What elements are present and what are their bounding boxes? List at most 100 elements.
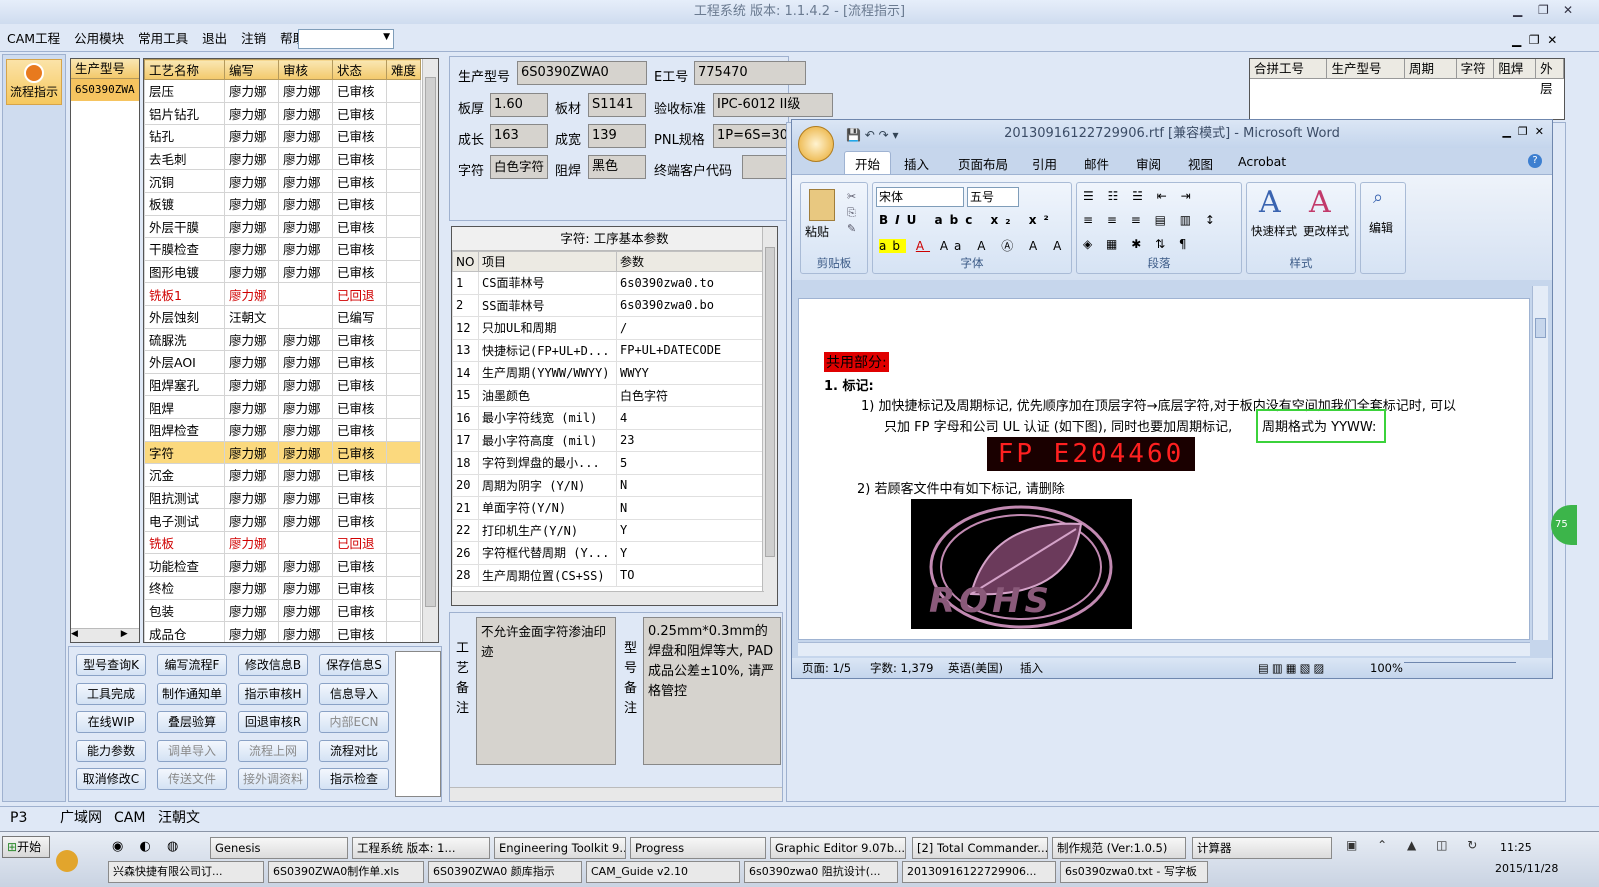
col-status[interactable]: 状态 [332, 59, 387, 80]
action-button[interactable]: 在线WIP [76, 711, 146, 733]
zoom-level[interactable]: 100% [1370, 658, 1403, 678]
list-icons[interactable]: ☰ ☷ ☱ ⇤ ⇥ [1083, 189, 1196, 203]
process-row[interactable]: 功能检查 廖力娜 廖力娜 已审核 [144, 553, 421, 578]
taskbar-item[interactable]: Engineering Toolkit 9... [494, 837, 626, 859]
process-row[interactable]: 去毛刺 廖力娜 廖力娜 已审核 [144, 146, 421, 171]
status-words[interactable]: 字数: 1,379 [870, 658, 933, 678]
menu-cam[interactable]: CAM工程 [0, 26, 67, 52]
font-name-select[interactable]: 宋体 [876, 187, 964, 207]
merge-col-header[interactable]: 字符 [1456, 59, 1495, 78]
close-icon[interactable]: ✕ [1563, 3, 1573, 17]
process-scroll-thumb[interactable] [425, 77, 436, 607]
process-row[interactable]: 板镀 廖力娜 廖力娜 已审核 [144, 191, 421, 216]
action-button[interactable]: 回退审核R [238, 711, 308, 733]
model-note-text[interactable]: 0.25mm*0.3mm的焊盘和阻焊等大, PAD成品公差±10%, 请严格管控 [643, 617, 781, 765]
font-color-icons[interactable]: ab A Aa A Ⓐ A A [879, 237, 1067, 254]
word-tab[interactable]: 页面布局 [958, 154, 1008, 173]
taskbar-item[interactable]: 6s0390zwa0 阻抗设计(... [744, 861, 898, 883]
param-row[interactable]: 17 最小字符高度 (mil) 23 [452, 428, 763, 452]
merge-col-header[interactable]: 合拼工号 [1250, 59, 1328, 78]
param-row[interactable]: 16 最小字符线宽 (mil) 4 [452, 406, 763, 430]
font-size-select[interactable]: 五号 [967, 187, 1019, 207]
zoom-slider[interactable] [1404, 662, 1516, 673]
process-row[interactable]: 外层蚀刻 汪朝文 已编写 [144, 304, 421, 329]
align-icons[interactable]: ≡ ≡ ≡ ▤ ▥ ↕ [1083, 213, 1220, 227]
action-button[interactable]: 制作通知单 [157, 682, 227, 705]
col-no[interactable]: NO [452, 251, 479, 272]
process-row[interactable]: 阻抗测试 廖力娜 廖力娜 已审核 [144, 485, 421, 510]
process-row[interactable]: 铣板 廖力娜 已回退 [144, 530, 421, 555]
doc-hscroll[interactable] [798, 642, 1530, 656]
process-row[interactable]: 外层干膜 廖力娜 廖力娜 已审核 [144, 214, 421, 239]
process-row[interactable]: 铝片钻孔 廖力娜 廖力娜 已审核 [144, 101, 421, 126]
status-language[interactable]: 英语(美国) [948, 658, 1003, 678]
action-button[interactable]: 叠层验算 [157, 711, 227, 733]
process-row[interactable]: 硫脲洗 廖力娜 廖力娜 已审核 [144, 327, 421, 352]
param-row[interactable]: 21 单面字符(Y/N) N [452, 496, 763, 520]
param-row[interactable]: 2 SS面菲林号 6s0390zwa0.bo [452, 293, 763, 317]
params-vscroll[interactable] [762, 227, 777, 605]
action-button[interactable]: 能力参数 [76, 739, 146, 762]
taskbar-item[interactable]: Graphic Editor 9.07b... [770, 837, 906, 859]
quick-style-icon[interactable]: A [1259, 185, 1281, 220]
menu-logout[interactable]: 注销 [234, 26, 273, 52]
col-process-name[interactable]: 工艺名称 [144, 59, 225, 80]
word-tab[interactable]: 引用 [1032, 154, 1057, 173]
params-scroll-thumb[interactable] [765, 247, 775, 557]
param-row[interactable]: 20 周期为阴字 (Y/N) N [452, 473, 763, 497]
params-hscroll[interactable] [452, 591, 764, 605]
col-reviewer[interactable]: 审核 [278, 59, 333, 80]
change-style-label[interactable]: 更改样式 [1303, 223, 1349, 239]
col-item[interactable]: 项目 [478, 251, 617, 272]
param-row[interactable]: 14 生产周期(YYWW/WWYY) WWYY [452, 361, 763, 385]
col-writer[interactable]: 编写 [224, 59, 279, 80]
action-button[interactable]: 传送文件 [157, 768, 227, 790]
merge-col-header[interactable]: 阻焊 [1494, 59, 1537, 78]
tray-icons[interactable]: ▣ ⌃ ▲ ◫ ↻ [1346, 838, 1485, 852]
process-row[interactable]: 阻焊检查 廖力娜 廖力娜 已审核 [144, 417, 421, 442]
process-table-vscroll[interactable] [422, 59, 438, 642]
shading-icons[interactable]: ◈ ▦ ✱ ⇅ ¶ [1083, 237, 1192, 251]
word-tab[interactable]: Acrobat [1238, 154, 1286, 169]
action-button[interactable]: 信息导入 [319, 682, 389, 705]
word-document[interactable]: 共用部分: 1. 标记: 1) 加快捷标记及周期标记, 优先顺序加在顶层字符→底… [798, 298, 1530, 640]
doc-vscroll[interactable] [1532, 286, 1548, 640]
status-page[interactable]: 页面: 1/5 [802, 658, 851, 678]
action-button[interactable]: 工具完成 [76, 682, 146, 705]
paste-label[interactable]: 粘贴 [805, 223, 829, 240]
word-tab[interactable]: 开始 [844, 151, 892, 175]
taskbar-item[interactable]: 制作规范 (Ver:1.0.5) [1052, 837, 1186, 859]
action-button[interactable]: 型号查询K [76, 654, 146, 676]
mdi-controls-icon[interactable]: ▁ ❐ ✕ [1512, 33, 1557, 47]
merge-col-header[interactable]: 外层 [1536, 59, 1564, 96]
process-row[interactable]: 终检 廖力娜 廖力娜 已审核 [144, 576, 421, 600]
taskbar-item[interactable]: Genesis [210, 837, 348, 859]
action-button[interactable]: 指示审核H [238, 682, 308, 705]
action-button[interactable]: 接外调资料 [238, 768, 308, 790]
menu-exit[interactable]: 退出 [195, 26, 234, 52]
process-row[interactable]: 钻孔 廖力娜 廖力娜 已审核 [144, 124, 421, 148]
taskbar-item[interactable]: 6s0390zwa0.txt - 写字板 [1060, 861, 1208, 883]
taskbar-item[interactable]: 6S0390ZWA0 颜库指示 [428, 861, 582, 883]
process-row[interactable]: 阻焊 廖力娜 廖力娜 已审核 [144, 395, 421, 419]
param-row[interactable]: 15 油墨颜色 白色字符 [452, 383, 763, 407]
change-style-icon[interactable]: A [1309, 185, 1331, 220]
action-button[interactable]: 保存信息S [319, 654, 389, 676]
process-note-text[interactable]: 不允许金面字符渗油印迹 [476, 617, 616, 765]
model-list-item[interactable]: 6S0390ZWA [71, 79, 139, 101]
start-button[interactable]: ⊞开始 [2, 836, 50, 858]
quick-access-icon[interactable]: 💾 ↶ ↷ ▾ [846, 128, 899, 142]
taskbar-item[interactable]: 工程系统 版本: 1... [352, 837, 490, 859]
col-difficulty[interactable]: 难度 [386, 59, 421, 80]
minimize-icon[interactable]: ▁ [1513, 3, 1522, 17]
find-icon[interactable]: ⌕ [1373, 187, 1383, 208]
action-button[interactable]: 编写流程F [157, 654, 227, 676]
model-list-hscroll[interactable]: ◀ ▶ [71, 628, 139, 642]
quick-style-label[interactable]: 快速样式 [1251, 223, 1297, 239]
taskbar-item[interactable]: [2] Total Commander... [912, 837, 1048, 859]
process-row[interactable]: 包装 廖力娜 廖力娜 已审核 [144, 598, 421, 623]
process-row[interactable]: 层压 廖力娜 廖力娜 已审核 [144, 79, 421, 103]
word-window-controls-icon[interactable]: ▁ ❐ ✕ [1502, 125, 1544, 138]
action-button[interactable]: 流程对比 [319, 739, 389, 762]
status-mode[interactable]: 插入 [1020, 658, 1043, 678]
